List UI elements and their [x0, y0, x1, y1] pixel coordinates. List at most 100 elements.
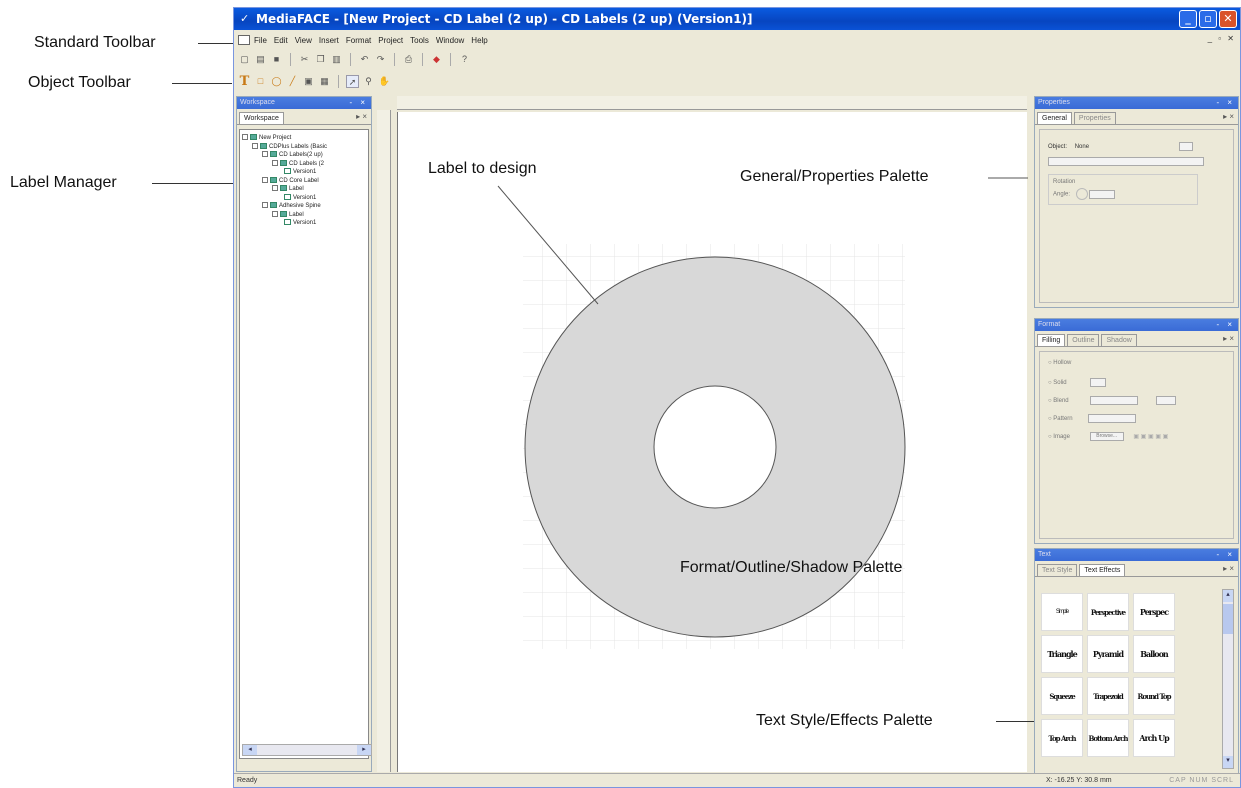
tree-item[interactable]: Label: [242, 185, 366, 194]
tree-item[interactable]: CD Core Label: [242, 176, 366, 186]
tree-horizontal-scrollbar[interactable]: ◂ ▸: [242, 744, 372, 756]
paste-icon[interactable]: ▥: [330, 53, 343, 66]
panel-controls[interactable]: - ×: [1216, 97, 1235, 109]
tree-item[interactable]: New Project: [242, 134, 366, 143]
menu-edit[interactable]: Edit: [274, 36, 288, 45]
text-tool-icon[interactable]: T: [238, 75, 251, 88]
scroll-left-icon[interactable]: ◂: [243, 745, 257, 755]
text-effects-scrollbar[interactable]: ▴ ▾: [1222, 589, 1234, 769]
effect-round-top[interactable]: Round Top: [1133, 677, 1175, 715]
tab-nav-controls[interactable]: ▸ ×: [1223, 334, 1234, 343]
redo-icon[interactable]: ↷: [374, 53, 387, 66]
collapse-icon[interactable]: [242, 134, 248, 141]
collapse-icon[interactable]: [252, 142, 258, 149]
tree-item[interactable]: Version1: [242, 219, 366, 228]
collapse-icon[interactable]: [272, 210, 278, 217]
effect-arch-up[interactable]: Arch Up: [1133, 719, 1175, 757]
tab-shadow[interactable]: Shadow: [1101, 334, 1137, 346]
effect-top-arch[interactable]: Top Arch: [1041, 719, 1083, 757]
effect-squeeze[interactable]: Squeeze: [1041, 677, 1083, 715]
top-ruler[interactable]: [397, 96, 1027, 110]
tab-properties[interactable]: Properties: [1073, 112, 1116, 124]
effect-simple[interactable]: Simple: [1041, 593, 1083, 631]
tree-item[interactable]: CDPlus Labels (Basic: [242, 142, 366, 152]
fill-option-blend[interactable]: ○ Blend: [1048, 396, 1225, 414]
scroll-up-icon[interactable]: ▴: [1223, 590, 1233, 602]
effect-bottom-arch[interactable]: Bottom Arch: [1087, 719, 1129, 757]
tree-item[interactable]: Version1: [242, 168, 366, 177]
menu-view[interactable]: View: [295, 36, 312, 45]
scroll-down-icon[interactable]: ▾: [1223, 756, 1233, 768]
panel-controls[interactable]: - ×: [349, 97, 368, 109]
object-select[interactable]: [1048, 157, 1204, 166]
blend-select[interactable]: [1090, 396, 1139, 405]
tab-nav-controls[interactable]: ▸ ×: [1223, 564, 1234, 573]
scroll-right-icon[interactable]: ▸: [357, 745, 371, 755]
barcode-tool-icon[interactable]: ▦: [318, 75, 331, 88]
label-page[interactable]: Label to design General/Properties Palet…: [397, 112, 1036, 772]
new-icon[interactable]: ▢: [238, 53, 251, 66]
fill-option-solid[interactable]: ○ Solid: [1048, 378, 1225, 396]
image-tool-icon[interactable]: ▣: [302, 75, 315, 88]
object-button[interactable]: [1178, 142, 1193, 151]
tab-nav-controls[interactable]: ▸ ×: [356, 112, 367, 121]
menu-insert[interactable]: Insert: [319, 36, 339, 45]
effect-triangle[interactable]: Triangle: [1041, 635, 1083, 673]
document-icon[interactable]: [238, 35, 250, 45]
paint-icon[interactable]: ◆: [430, 53, 443, 66]
pattern-select[interactable]: [1088, 414, 1137, 423]
menu-help[interactable]: Help: [471, 36, 487, 45]
tree-item[interactable]: Adhesive Spine: [242, 202, 366, 211]
zoom-icon[interactable]: ⚲: [362, 75, 375, 88]
panel-controls[interactable]: - ×: [1216, 549, 1235, 561]
tree-item[interactable]: Label: [242, 210, 366, 220]
tab-workspace[interactable]: Workspace: [239, 112, 284, 124]
collapse-icon[interactable]: [262, 202, 268, 209]
menu-tools[interactable]: Tools: [410, 36, 429, 45]
undo-icon[interactable]: ↶: [358, 53, 371, 66]
menu-window[interactable]: Window: [436, 36, 464, 45]
scroll-thumb[interactable]: [1223, 604, 1233, 634]
fill-option-pattern[interactable]: ○ Pattern: [1048, 414, 1225, 432]
effect-trapezoid[interactable]: Trapezoid: [1087, 677, 1129, 715]
solid-color-button[interactable]: [1090, 378, 1107, 387]
tab-general[interactable]: General: [1037, 112, 1072, 124]
pan-hand-icon[interactable]: ✋: [378, 75, 391, 88]
rectangle-tool-icon[interactable]: □: [254, 75, 267, 88]
angle-dial-icon[interactable]: [1075, 188, 1088, 200]
collapse-icon[interactable]: [262, 151, 268, 158]
print-icon[interactable]: ⎙: [402, 53, 415, 66]
effect-balloon[interactable]: Balloon: [1133, 635, 1175, 673]
collapse-icon[interactable]: [272, 185, 278, 192]
tab-text-style[interactable]: Text Style: [1037, 564, 1078, 576]
menu-file[interactable]: File: [254, 36, 267, 45]
open-icon[interactable]: ▤: [254, 53, 267, 66]
save-icon[interactable]: ■: [270, 53, 283, 66]
close-button[interactable]: ✕: [1219, 10, 1237, 28]
tree-item[interactable]: Version1: [242, 193, 366, 203]
tab-text-effects[interactable]: Text Effects: [1079, 564, 1126, 576]
maximize-button[interactable]: ▫: [1199, 10, 1217, 28]
left-ruler[interactable]: [377, 110, 391, 772]
copy-icon[interactable]: ❐: [314, 53, 327, 66]
title-bar[interactable]: ✓ MediaFACE - [New Project - CD Label (2…: [234, 8, 1240, 30]
effect-perspective[interactable]: Perspective: [1087, 593, 1129, 631]
tab-nav-controls[interactable]: ▸ ×: [1223, 112, 1234, 121]
effect-perspec[interactable]: Perspec: [1133, 593, 1175, 631]
collapse-icon[interactable]: [272, 159, 278, 166]
minimize-button[interactable]: _: [1179, 10, 1197, 28]
mdi-window-controls[interactable]: _ ▫ ✕: [1208, 34, 1236, 43]
fill-option-hollow[interactable]: ○ Hollow: [1048, 360, 1225, 378]
help-icon[interactable]: ?: [458, 53, 471, 66]
blend-angle-input[interactable]: [1156, 396, 1176, 405]
angle-input[interactable]: [1089, 189, 1116, 199]
ellipse-tool-icon[interactable]: ◯: [270, 75, 283, 88]
tab-outline[interactable]: Outline: [1067, 334, 1100, 346]
panel-controls[interactable]: - ×: [1216, 319, 1235, 331]
image-layout-icons[interactable]: ▣ ▣ ▣ ▣ ▣: [1133, 434, 1168, 440]
menu-project[interactable]: Project: [378, 36, 403, 45]
menu-format[interactable]: Format: [346, 36, 371, 45]
tab-filling[interactable]: Filling: [1037, 334, 1066, 346]
effect-pyramid[interactable]: Pyramid: [1087, 635, 1129, 673]
tree-item[interactable]: CD Labels (2: [242, 159, 366, 169]
